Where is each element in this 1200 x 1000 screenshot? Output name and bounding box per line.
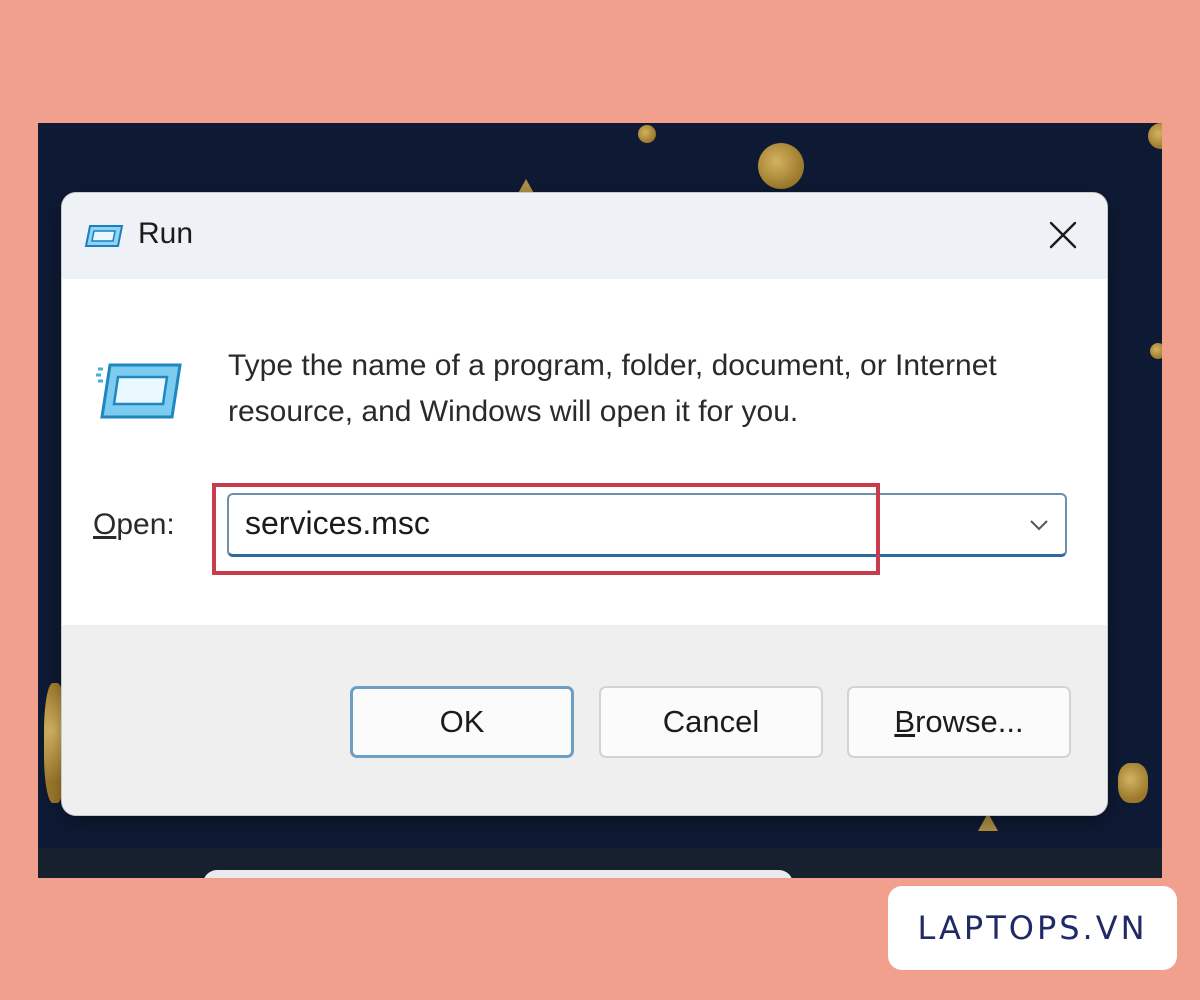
open-label: Open:: [93, 508, 175, 542]
chevron-down-icon: [1030, 520, 1048, 531]
browse-mnemonic: B: [894, 704, 916, 739]
open-label-mnemonic: O: [93, 508, 117, 541]
decoration: [638, 125, 656, 143]
browse-button[interactable]: Browse...: [847, 686, 1071, 758]
run-icon: [84, 223, 124, 249]
run-dialog: Run Type the name of a program, folder, …: [62, 193, 1107, 815]
open-input[interactable]: services.msc: [245, 505, 430, 542]
decoration: [1118, 763, 1148, 803]
dialog-description: Type the name of a program, folder, docu…: [228, 349, 997, 428]
close-icon: [1049, 221, 1077, 249]
watermark-logo: LAPTOPS.VN: [917, 909, 1148, 947]
decoration: [1148, 123, 1162, 149]
taskbar-search-bar[interactable]: [203, 870, 793, 878]
decoration: [1150, 343, 1162, 359]
open-combobox[interactable]: services.msc: [227, 493, 1067, 557]
dialog-title: Run: [138, 217, 194, 250]
ok-button[interactable]: OK: [350, 686, 574, 758]
dropdown-button[interactable]: [1023, 509, 1055, 541]
close-button[interactable]: [1043, 215, 1083, 255]
decoration: [758, 143, 804, 189]
decoration: [978, 813, 998, 831]
title-bar: Run: [62, 193, 1107, 279]
open-label-text: pen:: [116, 508, 175, 541]
watermark-badge: LAPTOPS.VN: [888, 886, 1177, 970]
run-program-icon: [94, 361, 184, 421]
cancel-button[interactable]: Cancel: [599, 686, 823, 758]
browse-label: rowse...: [915, 704, 1024, 739]
